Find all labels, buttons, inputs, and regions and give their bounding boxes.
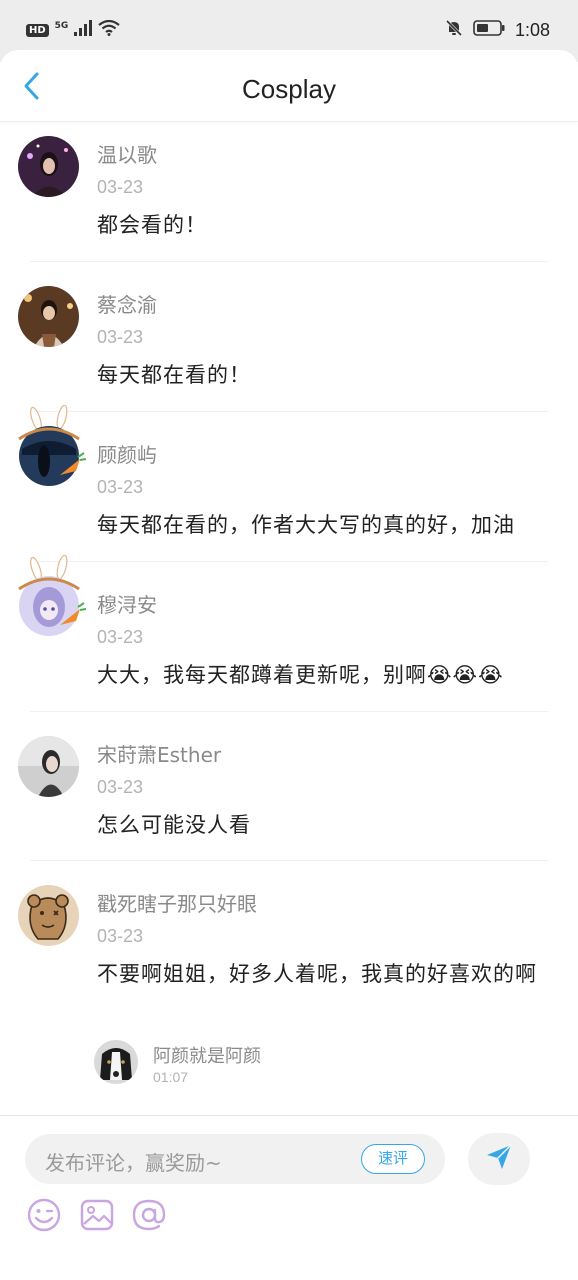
comment-list[interactable]: 温以歌 03-23 都会看的！ 蔡念渝 03-23 每天都在看的！ 顾颜屿 03… — [0, 123, 578, 1115]
status-left: HD 5G — [26, 19, 121, 40]
mention-icon — [131, 1197, 167, 1237]
quick-comment-button[interactable]: 速评 — [361, 1144, 425, 1174]
comment-input[interactable]: 发布评论，赢奖励~ 速评 — [25, 1134, 445, 1184]
comment-date: 03-23 — [97, 177, 144, 197]
divider — [30, 561, 548, 562]
comment-date: 03-23 — [97, 477, 144, 497]
emoji-icon — [26, 1197, 62, 1237]
comment-date: 03-23 — [97, 777, 144, 797]
divider — [30, 711, 548, 712]
wifi-icon — [98, 19, 121, 40]
comment-text: 大大，我每天都蹲着更新呢，别啊😭😭😭 — [97, 663, 504, 687]
comment-item: 穆浔安 03-23 大大，我每天都蹲着更新呢，别啊😭😭😭 — [0, 554, 578, 723]
comment-composer: 发布评论，赢奖励~ 速评 — [0, 1115, 578, 1280]
comment-author[interactable]: 温以歌 — [97, 139, 157, 168]
comment-text: 不要啊姐姐，好多人着呢，我真的好喜欢的啊 — [97, 962, 537, 986]
avatar[interactable] — [18, 885, 79, 946]
comment-date: 03-23 — [97, 926, 144, 946]
avatar[interactable] — [18, 136, 79, 197]
mute-icon — [445, 19, 463, 41]
status-right: 1:08 — [445, 19, 550, 41]
avatar[interactable] — [18, 736, 79, 797]
comment-item: 戳死瞎子那只好眼 03-23 不要啊姐姐，好多人着呢，我真的好喜欢的啊 阿颜就是… — [0, 872, 578, 1115]
reply-avatar[interactable] — [94, 1040, 138, 1084]
comment-item: 温以歌 03-23 都会看的！ — [0, 123, 578, 273]
send-icon — [485, 1143, 513, 1175]
comment-text: 每天都在看的，作者大大写的真的好，加油 — [97, 513, 515, 537]
mention-button[interactable] — [130, 1198, 168, 1236]
image-button[interactable] — [78, 1198, 116, 1236]
send-button[interactable] — [468, 1133, 530, 1185]
comment-author[interactable]: 宋莳萧Esther — [97, 739, 221, 768]
status-time: 1:08 — [514, 19, 550, 40]
reply-time: 01:07 — [153, 1069, 189, 1085]
comment-author[interactable]: 蔡念渝 — [97, 289, 157, 318]
battery-icon — [473, 20, 505, 40]
divider — [30, 261, 548, 262]
signal-icon — [74, 20, 93, 40]
comment-item: 顾颜屿 03-23 每天都在看的，作者大大写的真的好，加油 — [0, 404, 578, 573]
comment-text: 都会看的！ — [97, 213, 207, 237]
reply-author[interactable]: 阿颜就是阿颜 — [153, 1042, 261, 1068]
avatar-frame[interactable] — [18, 404, 88, 486]
comment-item: 蔡念渝 03-23 每天都在看的！ — [0, 273, 578, 423]
comment-text: 每天都在看的！ — [97, 363, 251, 387]
comment-item: 宋莳萧Esther 03-23 怎么可能没人看 — [0, 723, 578, 872]
image-icon — [79, 1197, 115, 1237]
input-placeholder: 发布评论，赢奖励~ — [45, 1151, 222, 1175]
comment-author[interactable]: 顾颜屿 — [97, 439, 157, 468]
network-type: 5G — [54, 20, 69, 31]
avatar[interactable] — [18, 286, 79, 347]
divider — [30, 411, 548, 412]
comment-date: 03-23 — [97, 327, 144, 347]
avatar-frame[interactable] — [18, 554, 88, 636]
header: Cosplay — [0, 50, 578, 122]
comment-text: 怎么可能没人看 — [97, 813, 251, 837]
divider — [30, 860, 548, 861]
hd-badge: HD — [26, 23, 49, 37]
comment-author[interactable]: 穆浔安 — [97, 589, 157, 618]
comment-date: 03-23 — [97, 627, 144, 647]
page-title: Cosplay — [242, 74, 336, 104]
emoji-button[interactable] — [25, 1198, 63, 1236]
comment-author[interactable]: 戳死瞎子那只好眼 — [97, 888, 257, 917]
